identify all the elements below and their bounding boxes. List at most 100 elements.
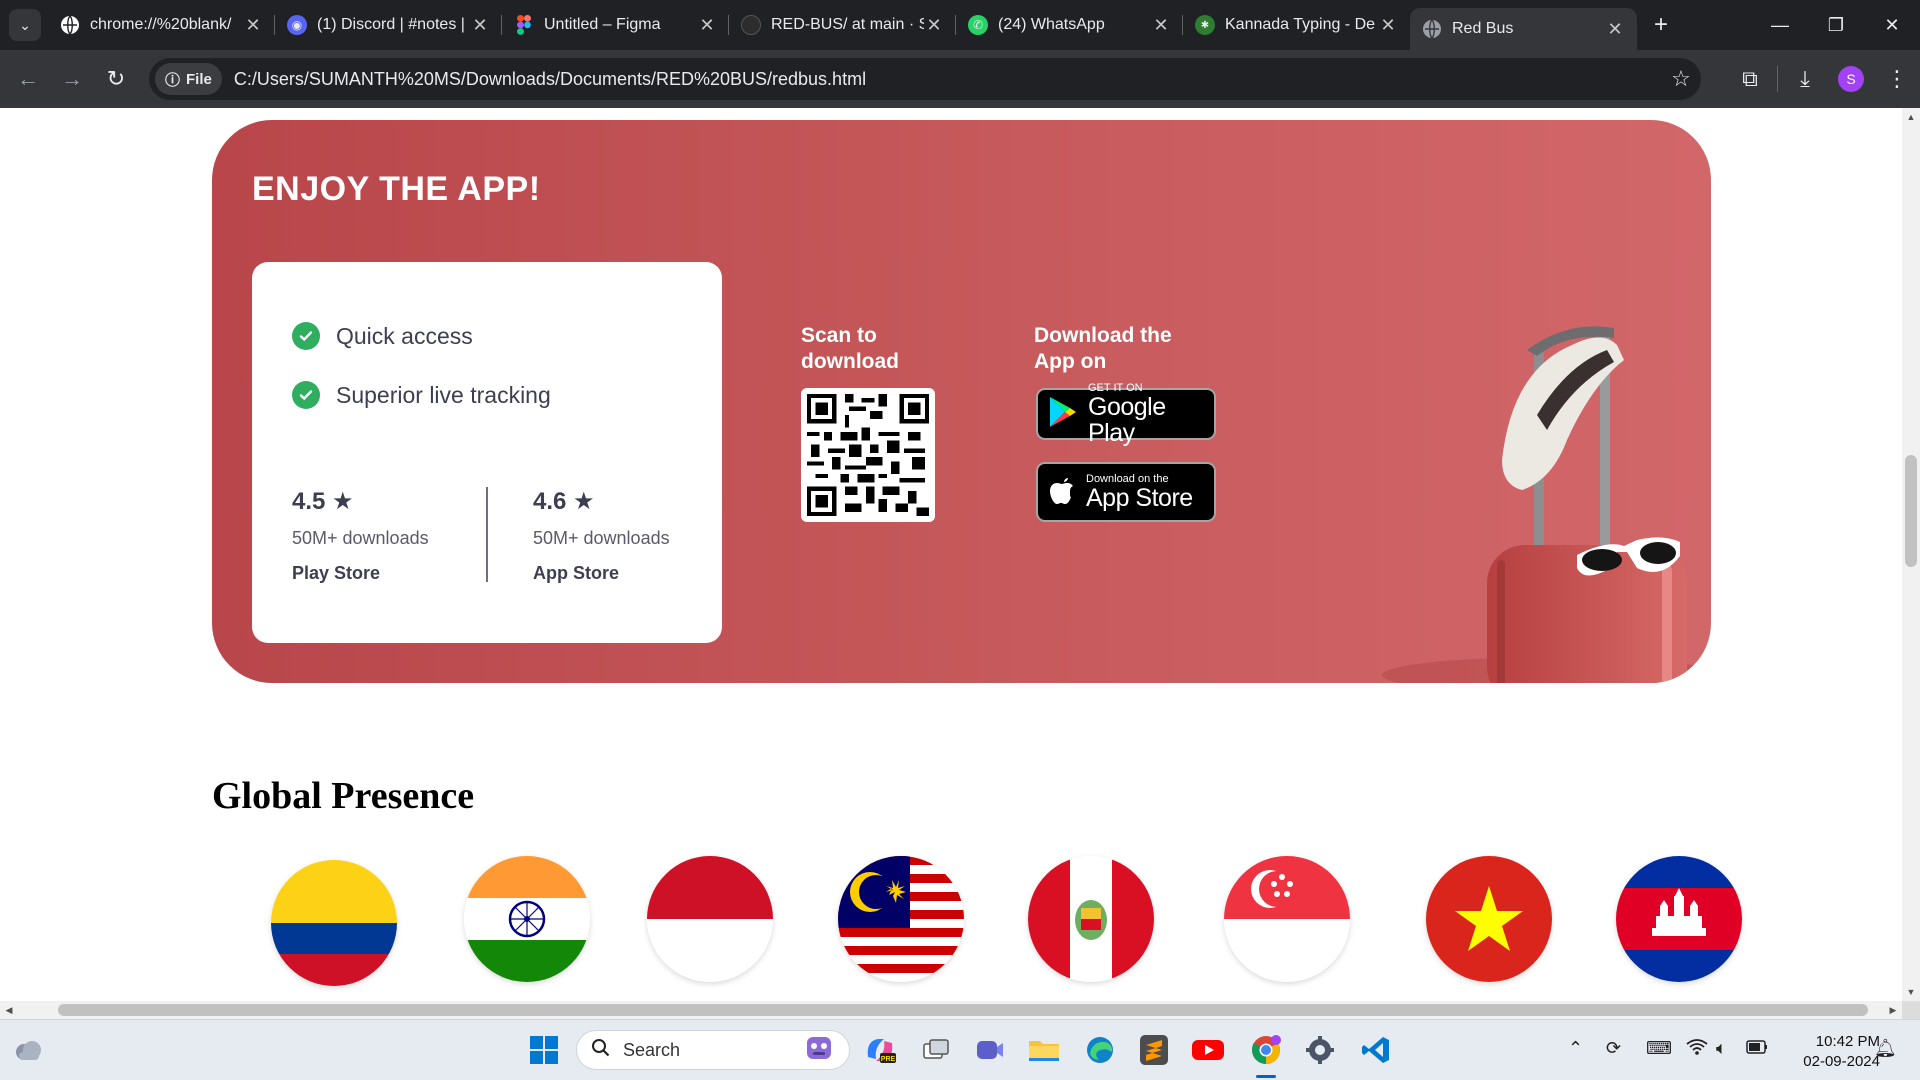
system-clock[interactable]: 10:42 PM 02-09-2024 [1780, 1032, 1880, 1072]
globe-icon [1422, 19, 1442, 39]
bookmark-star-icon[interactable]: ☆ [1661, 66, 1701, 92]
colombia-flag [271, 860, 397, 986]
weather-icon[interactable] [10, 1032, 46, 1068]
tab-title: Kannada Typing - De [1225, 16, 1376, 33]
profile-avatar[interactable]: S [1838, 66, 1864, 92]
check-circle-icon [292, 322, 320, 350]
clock-date: 02-09-2024 [1803, 1053, 1880, 1070]
feature-label: Superior live tracking [336, 381, 551, 408]
close-tab-icon[interactable]: ✕ [1378, 15, 1398, 36]
url-text[interactable]: C:/Users/SUMANTH%20MS/Downloads/Document… [234, 69, 1661, 90]
active-app-indicator [1256, 1075, 1276, 1078]
scroll-up-arrow-icon[interactable]: ▲ [1902, 108, 1920, 126]
minimize-icon[interactable]: — [1752, 0, 1808, 50]
horizontal-scrollbar[interactable]: ◀ ▶ [0, 1001, 1902, 1019]
svg-text:PRE: PRE [881, 1056, 896, 1063]
settings-gear-icon[interactable] [1302, 1032, 1338, 1068]
scroll-right-arrow-icon[interactable]: ▶ [1884, 1001, 1902, 1019]
rating-value: 4.5 [292, 488, 326, 515]
tab-figma[interactable]: Untitled – Figma ✕ [502, 0, 729, 50]
teams-meet-icon[interactable] [972, 1032, 1008, 1068]
volume-icon[interactable]: 🔈︎ [1716, 1038, 1727, 1059]
vscode-icon[interactable] [1358, 1032, 1394, 1068]
tab-kannada-typing[interactable]: ✱ Kannada Typing - De ✕ [1183, 0, 1410, 50]
rating-value: 4.6 [533, 488, 567, 515]
tab-github[interactable]: RED-BUS/ at main · S ✕ [729, 0, 956, 50]
scan-label: Scan to download [801, 324, 899, 373]
tab-search-dropdown-button[interactable]: ⌄ [9, 9, 41, 41]
task-view-icon[interactable] [918, 1032, 954, 1068]
feature-item: Superior live tracking [292, 381, 551, 409]
copilot-icon[interactable]: PRE [862, 1032, 898, 1068]
battery-icon[interactable] [1746, 1038, 1768, 1059]
reload-icon[interactable]: ↻ [94, 66, 138, 92]
more-menu-icon[interactable]: ⋮ [1874, 66, 1920, 92]
clock-time: 10:42 PM [1815, 1033, 1880, 1050]
address-bar[interactable]: ⓘ File C:/Users/SUMANTH%20MS/Downloads/D… [149, 58, 1701, 100]
wifi-icon[interactable] [1686, 1038, 1708, 1061]
chevron-up-icon[interactable]: ⌃ [1568, 1038, 1583, 1059]
google-play-icon [1048, 396, 1078, 433]
close-tab-icon[interactable]: ✕ [924, 15, 944, 36]
tab-title: chrome://%20blank/ [90, 16, 232, 33]
india-flag [464, 856, 590, 982]
app-store-big-text: App Store [1086, 484, 1193, 512]
app-store-badge[interactable]: Download on the App Store [1036, 462, 1216, 522]
tab-whatsapp[interactable]: ✆ (24) WhatsApp ✕ [956, 0, 1183, 50]
qr-code [801, 388, 935, 522]
file-explorer-icon[interactable] [1026, 1032, 1062, 1068]
feature-label: Quick access [336, 322, 473, 349]
malaysia-flag [838, 856, 964, 982]
star-icon: ★ [332, 488, 354, 515]
google-play-badge[interactable]: GET IT ON Google Play [1036, 382, 1216, 446]
tab-title: Red Bus [1452, 20, 1514, 37]
close-tab-icon[interactable]: ✕ [697, 15, 717, 36]
download-icon[interactable]: ⤓ [1782, 66, 1828, 92]
sync-icon[interactable]: ⟳ [1606, 1038, 1621, 1059]
close-tab-icon[interactable]: ✕ [1151, 15, 1171, 36]
rating-store-name: Play Store [292, 563, 381, 583]
page-viewport: ENJOY THE APP! Quick access Superior liv… [0, 108, 1902, 1001]
extensions-icon[interactable]: ⧉ [1727, 66, 1773, 92]
site-info-chip[interactable]: ⓘ File [155, 63, 222, 95]
new-tab-button[interactable]: + [1643, 11, 1679, 39]
forward-icon[interactable]: → [50, 66, 94, 92]
rating-store-name: App Store [533, 563, 620, 583]
check-circle-icon [292, 381, 320, 409]
scroll-down-arrow-icon[interactable]: ▼ [1902, 983, 1920, 1001]
search-placeholder: Search [623, 1039, 681, 1060]
vertical-scrollbar[interactable]: ▲ ▼ [1902, 108, 1920, 1001]
taskbar-search[interactable]: Search [576, 1030, 850, 1070]
windows-start-icon[interactable] [526, 1032, 562, 1068]
vertical-scroll-thumb[interactable] [1905, 455, 1917, 567]
toolbar-actions: ⧉ ⤓ S ⋮ [1727, 50, 1920, 108]
tab-discord[interactable]: ◉ (1) Discord | #notes | ✕ [275, 0, 502, 50]
back-icon[interactable]: ← [6, 66, 50, 92]
google-play-big-text: Google Play [1088, 393, 1166, 447]
tab-title: Untitled – Figma [544, 16, 661, 33]
windows-taskbar: Search PRE ⌃ ⟳ ⌨ 🔈︎ 10:42 PM 02-09-2024 … [0, 1019, 1920, 1080]
global-presence-title: Global Presence [212, 775, 475, 817]
rating-downloads: 50M+ downloads [533, 528, 670, 548]
chrome-icon[interactable] [1248, 1032, 1284, 1068]
sublime-text-icon[interactable] [1136, 1032, 1172, 1068]
youtube-icon[interactable] [1190, 1032, 1226, 1068]
scroll-left-arrow-icon[interactable]: ◀ [0, 1001, 18, 1019]
star-icon: ★ [573, 488, 595, 515]
close-tab-icon[interactable]: ✕ [1605, 19, 1625, 40]
figma-icon [514, 15, 534, 35]
search-highlight-icon [799, 1033, 839, 1068]
notification-bell-icon[interactable]: 🔔︎ [1874, 1038, 1897, 1059]
tab-title: (1) Discord | #notes | [317, 16, 465, 33]
tab-red-bus[interactable]: Red Bus ✕ [1410, 8, 1637, 50]
tab-blank[interactable]: chrome://%20blank/ ✕ [48, 0, 275, 50]
keyboard-icon[interactable]: ⌨ [1646, 1038, 1672, 1059]
restore-icon[interactable]: ❐ [1808, 0, 1864, 50]
whatsapp-icon: ✆ [968, 15, 988, 35]
horizontal-scroll-thumb[interactable] [58, 1004, 1868, 1016]
close-tab-icon[interactable]: ✕ [470, 15, 490, 36]
close-window-icon[interactable]: ✕ [1864, 0, 1920, 50]
edge-icon[interactable] [1082, 1032, 1118, 1068]
close-tab-icon[interactable]: ✕ [243, 15, 263, 36]
tab-title: (24) WhatsApp [998, 16, 1105, 33]
